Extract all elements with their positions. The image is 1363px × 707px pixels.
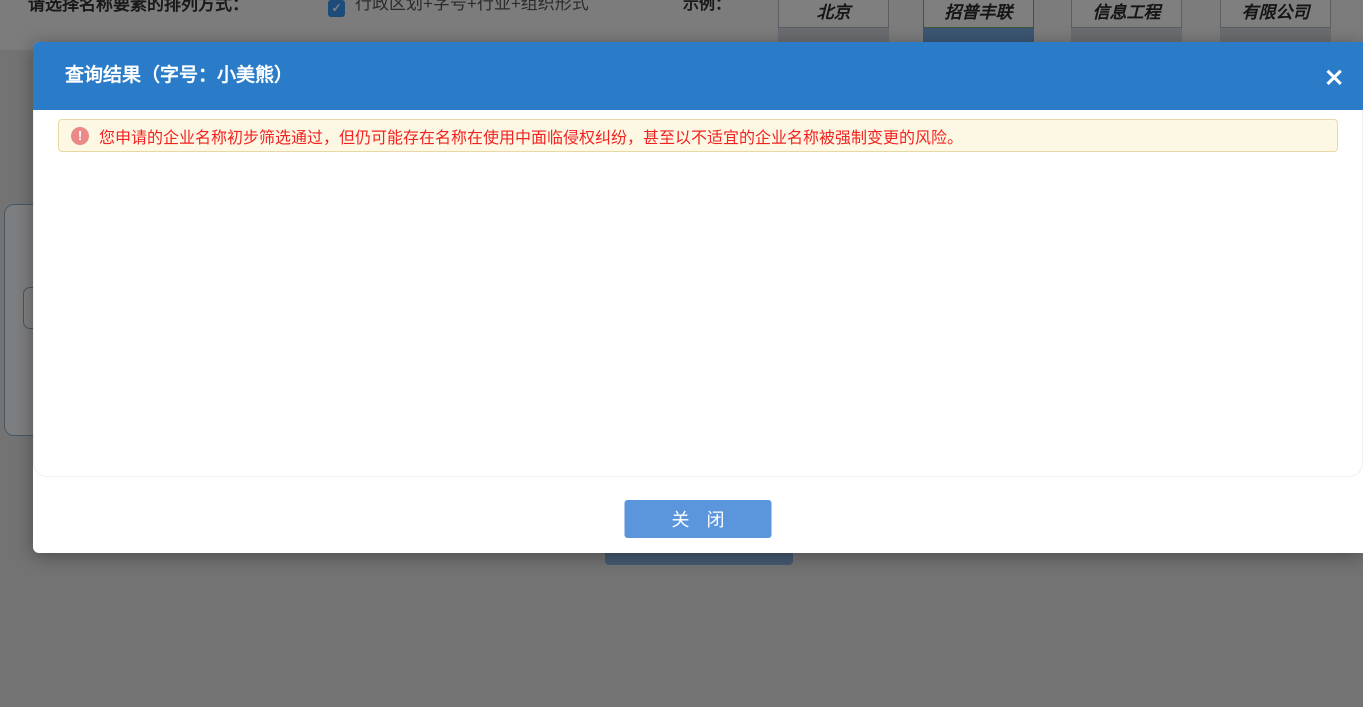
warning-banner: ! 您申请的企业名称初步筛选通过，但仍可能存在名称在使用中面临侵权纠纷，甚至以不… [58, 119, 1338, 152]
query-result-modal: 查询结果（字号：小美熊） × ! 您申请的企业名称初步筛选通过，但仍可能存在名称… [33, 42, 1363, 553]
page: 请选择名称要素的排列方式： ✓ 行政区划+字号+行业+组织形式 示例： 北京 招… [0, 0, 1363, 707]
modal-footer: 关 闭 [33, 477, 1363, 553]
close-button[interactable]: 关 闭 [625, 500, 772, 538]
modal-header: 查询结果（字号：小美熊） × [33, 42, 1363, 110]
warning-text: 您申请的企业名称初步筛选通过，但仍可能存在名称在使用中面临侵权纠纷，甚至以不适宜… [99, 124, 963, 148]
modal-body: ! 您申请的企业名称初步筛选通过，但仍可能存在名称在使用中面临侵权纠纷，甚至以不… [33, 110, 1363, 477]
modal-title: 查询结果（字号：小美熊） [65, 42, 293, 110]
exclamation-icon: ! [71, 127, 89, 145]
close-icon[interactable]: × [1323, 65, 1345, 91]
